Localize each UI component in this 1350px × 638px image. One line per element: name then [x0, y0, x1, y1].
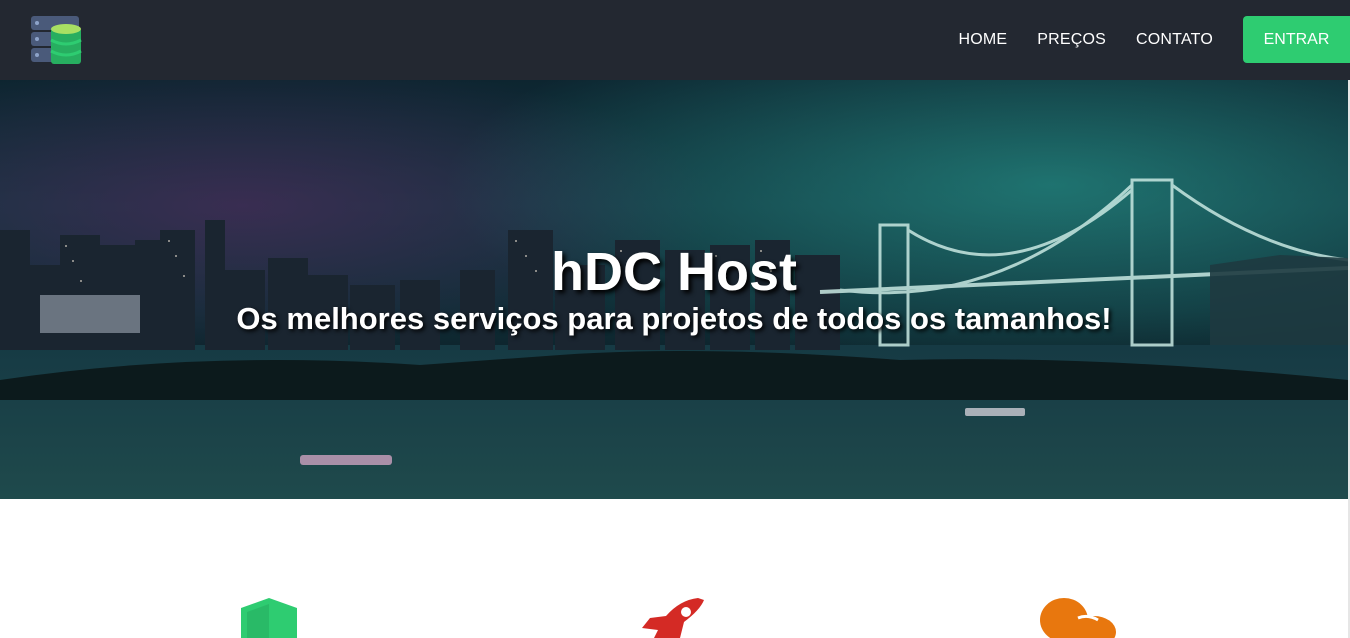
hero-title: hDC Host — [551, 242, 797, 302]
shield-icon — [239, 598, 299, 638]
server-database-icon[interactable] — [30, 15, 82, 65]
nav-link-precos[interactable]: PREÇOS — [1037, 31, 1106, 49]
navbar: HOME PREÇOS CONTATO ENTRAR — [0, 0, 1350, 80]
hero-subtitle: Os melhores serviços para projetos de to… — [236, 301, 1112, 336]
chat-bubbles-icon — [1038, 598, 1118, 638]
login-button[interactable]: ENTRAR — [1243, 16, 1350, 63]
nav-link-contato[interactable]: CONTATO — [1136, 31, 1213, 49]
main-nav: HOME PREÇOS CONTATO ENTRAR — [958, 16, 1350, 63]
rocket-icon — [640, 598, 706, 638]
features-section — [0, 499, 1348, 638]
hero-banner: hDC Host Os melhores serviços para proje… — [0, 80, 1348, 499]
nav-link-home[interactable]: HOME — [958, 31, 1007, 49]
hero-text: hDC Host Os melhores serviços para proje… — [0, 243, 1348, 337]
